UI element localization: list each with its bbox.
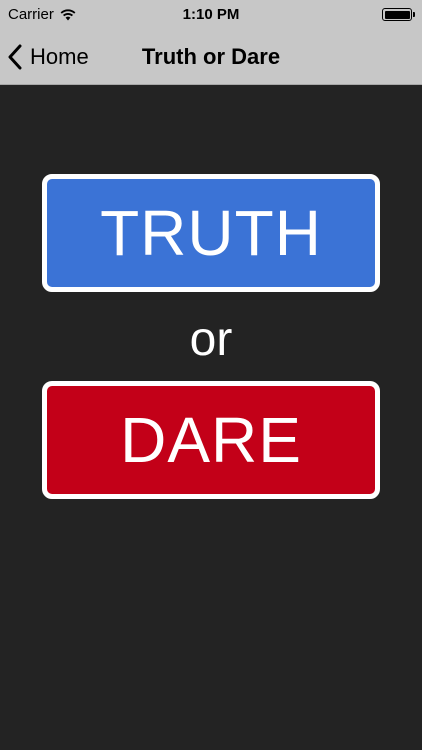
clock: 1:10 PM: [182, 6, 240, 23]
or-label: or: [189, 313, 233, 366]
status-bar: Carrier 1:10 PM: [0, 0, 422, 29]
dare-button[interactable]: DARE: [42, 381, 380, 499]
chevron-left-icon: [8, 44, 22, 70]
truth-button[interactable]: TRUTH: [42, 174, 380, 292]
dare-button-label: DARE: [120, 404, 302, 476]
truth-button-label: TRUTH: [100, 197, 322, 269]
battery-icon: [382, 8, 415, 21]
main-content: TRUTH or DARE: [0, 86, 422, 750]
back-button-label: Home: [30, 44, 89, 69]
navigation-bar: Truth or Dare Home: [0, 29, 422, 85]
back-button[interactable]: Home: [8, 37, 89, 77]
battery-fill: [384, 10, 410, 19]
